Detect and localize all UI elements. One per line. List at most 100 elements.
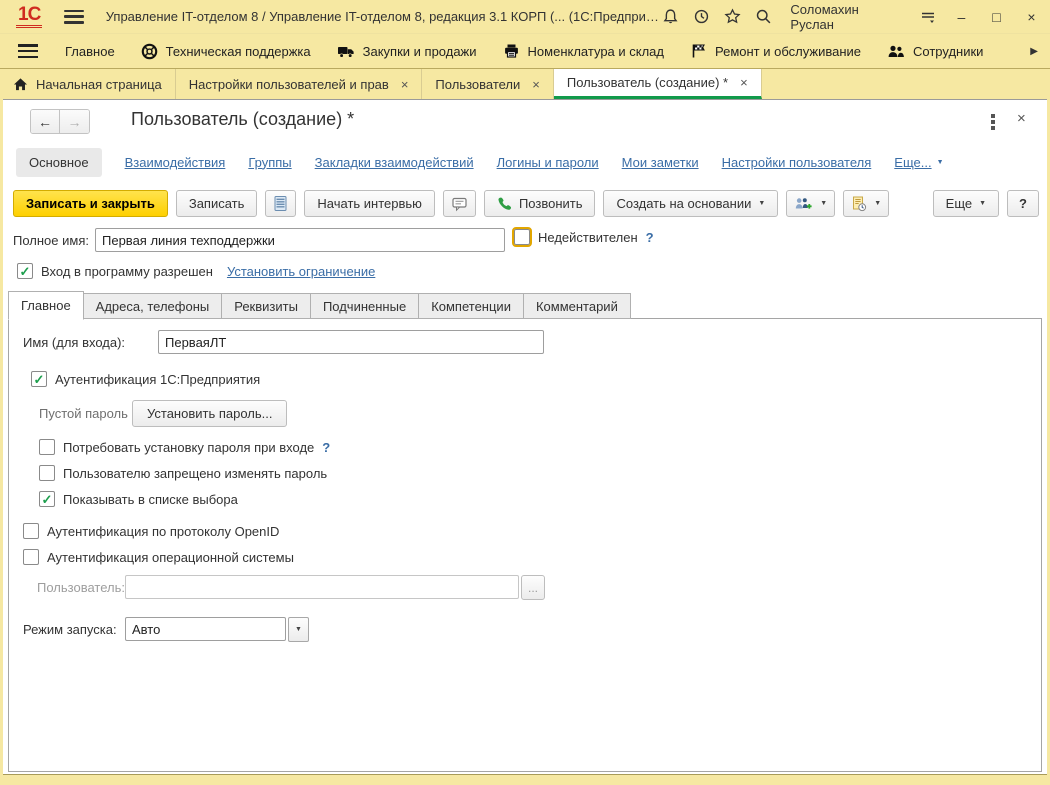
auth-os-checkbox[interactable]: ✓ — [23, 549, 39, 565]
nav-link-groups[interactable]: Группы — [248, 155, 291, 170]
auth-os-label: Аутентификация операционной системы — [47, 550, 294, 565]
menu-item-employees[interactable]: Сотрудники — [874, 34, 996, 68]
login-allowed-label: Вход в программу разрешен — [41, 264, 213, 279]
chevron-down-icon: ▼ — [979, 200, 986, 207]
tab-label: Настройки пользователей и прав — [189, 77, 389, 92]
os-user-input[interactable] — [125, 575, 519, 599]
favorites-star-icon[interactable] — [724, 8, 741, 26]
set-restriction-link[interactable]: Установить ограничение — [227, 264, 375, 279]
app-window: 1С Управление IT-отделом 8 / Управление … — [0, 0, 1050, 785]
close-window-button[interactable]: × — [1021, 9, 1042, 25]
nav-link-interaction-bookmarks[interactable]: Закладки взаимодействий — [315, 155, 474, 170]
run-mode-input[interactable] — [125, 617, 286, 641]
tab-label: Пользователи — [435, 77, 520, 92]
nav-link-my-notes[interactable]: Мои заметки — [622, 155, 699, 170]
chevron-down-icon: ▼ — [820, 200, 827, 207]
inner-tab-addresses[interactable]: Адреса, телефоны — [84, 293, 223, 319]
chevron-down-icon: ▼ — [758, 200, 765, 207]
require-password-help-icon[interactable]: ? — [322, 440, 330, 455]
tab-home[interactable]: Начальная страница — [0, 69, 176, 99]
sections-menu-bar: Главное Техническая поддержка Закупки и … — [0, 33, 1050, 68]
back-button[interactable]: ← — [31, 110, 60, 133]
chevron-down-icon: ▼ — [937, 159, 944, 166]
notifications-bell-icon[interactable] — [662, 8, 679, 26]
login-name-label: Имя (для входа): — [23, 335, 125, 350]
current-user[interactable]: Соломахин Руслан — [790, 2, 901, 32]
form-toolbar: Записать и закрыть Записать Начать интер… — [13, 190, 1039, 217]
more-actions-button[interactable]: Еще ▼ — [933, 190, 999, 217]
os-user-select-button[interactable]: ... — [521, 575, 545, 600]
nav-link-logins-passwords[interactable]: Логины и пароли — [497, 155, 599, 170]
minimize-button[interactable]: – — [951, 9, 972, 25]
close-tab-icon[interactable]: × — [401, 77, 409, 92]
close-tab-icon[interactable]: × — [532, 77, 540, 92]
form-close-icon[interactable]: × — [1017, 110, 1026, 127]
search-icon[interactable] — [755, 8, 772, 26]
create-based-on-button[interactable]: Создать на основании ▼ — [603, 190, 778, 217]
start-interview-button[interactable]: Начать интервью — [304, 190, 435, 217]
full-name-input[interactable] — [95, 228, 505, 252]
full-name-label: Полное имя: — [13, 233, 89, 248]
comment-button[interactable] — [443, 190, 476, 217]
form-more-menu-icon[interactable] — [991, 114, 995, 130]
auth-openid-label: Аутентификация по протоколу OpenID — [47, 524, 279, 539]
auth-openid-checkbox[interactable]: ✓ — [23, 523, 39, 539]
create-based-label: Создать на основании — [616, 196, 751, 211]
auth-1c-checkbox[interactable]: ✓ — [31, 371, 47, 387]
auth-1c-label: Аутентификация 1С:Предприятия — [55, 372, 260, 387]
phone-icon — [497, 196, 512, 211]
login-name-input[interactable] — [158, 330, 544, 354]
inner-tab-subordinates[interactable]: Подчиненные — [311, 293, 419, 319]
1c-logo: 1С — [16, 5, 42, 28]
tab-user-create[interactable]: Пользователь (создание) * × — [554, 69, 762, 99]
invalid-help-icon[interactable]: ? — [646, 230, 654, 245]
inner-tab-main[interactable]: Главное — [8, 291, 84, 320]
forbid-change-checkbox[interactable]: ✓ — [39, 465, 55, 481]
empty-password-label: Пустой пароль — [39, 406, 128, 421]
document-clock-icon — [851, 196, 867, 212]
auth-openid-row: ✓ Аутентификация по протоколу OpenID — [23, 523, 279, 539]
show-in-list-label: Показывать в списке выбора — [63, 492, 238, 507]
menu-item-repair-maintenance[interactable]: Ремонт и обслуживание — [677, 34, 874, 68]
service-settings-icon[interactable] — [919, 8, 937, 26]
ellipsis-icon: ... — [528, 581, 538, 595]
require-password-checkbox[interactable]: ✓ — [39, 439, 55, 455]
add-users-dropdown-button[interactable]: ▼ — [786, 190, 835, 217]
life-buoy-icon — [141, 43, 158, 60]
nav-link-user-settings[interactable]: Настройки пользователя — [722, 155, 872, 170]
nav-link-interactions[interactable]: Взаимодействия — [125, 155, 226, 170]
inner-tab-comment[interactable]: Комментарий — [524, 293, 631, 319]
tab-users[interactable]: Пользователи × — [422, 69, 553, 99]
inner-tab-requisites[interactable]: Реквизиты — [222, 293, 311, 319]
forward-button[interactable]: → — [60, 110, 89, 133]
menu-item-tech-support[interactable]: Техническая поддержка — [128, 34, 324, 68]
help-button[interactable]: ? — [1007, 190, 1039, 217]
nav-more-label: Еще... — [894, 155, 931, 170]
sections-hamburger-icon[interactable] — [18, 44, 38, 58]
menu-item-purchases-sales[interactable]: Закупки и продажи — [324, 34, 490, 68]
tab-user-settings[interactable]: Настройки пользователей и прав × — [176, 69, 423, 99]
inner-tab-content: Имя (для входа): ✓ Аутентификация 1С:Пре… — [8, 318, 1042, 772]
menu-item-main[interactable]: Главное — [52, 34, 128, 68]
save-button[interactable]: Записать — [176, 190, 258, 217]
register-records-button[interactable] — [265, 190, 296, 217]
invalid-checkbox[interactable]: ✓ — [514, 229, 530, 245]
inner-tab-competencies[interactable]: Компетенции — [419, 293, 524, 319]
set-password-button[interactable]: Установить пароль... — [132, 400, 287, 427]
menu-item-nomenclature-warehouse[interactable]: Номенклатура и склад — [490, 34, 677, 68]
history-icon[interactable] — [693, 8, 710, 26]
nav-link-more[interactable]: Еще... ▼ — [894, 155, 943, 170]
login-allowed-checkbox[interactable]: ✓ — [17, 263, 33, 279]
main-menu-icon[interactable] — [64, 10, 83, 24]
close-tab-icon[interactable]: × — [740, 75, 748, 90]
run-mode-label: Режим запуска: — [23, 622, 117, 637]
maximize-button[interactable]: □ — [986, 9, 1007, 25]
show-in-list-checkbox[interactable]: ✓ — [39, 491, 55, 507]
truck-icon — [337, 44, 355, 59]
call-button[interactable]: Позвонить — [484, 190, 596, 217]
save-and-close-button[interactable]: Записать и закрыть — [13, 190, 168, 217]
run-mode-dropdown-button[interactable]: ▼ — [288, 617, 309, 642]
tasks-dropdown-button[interactable]: ▼ — [843, 190, 889, 217]
menu-overflow-arrow-icon[interactable]: ▶ — [1024, 46, 1044, 57]
nav-link-main[interactable]: Основное — [16, 148, 102, 177]
